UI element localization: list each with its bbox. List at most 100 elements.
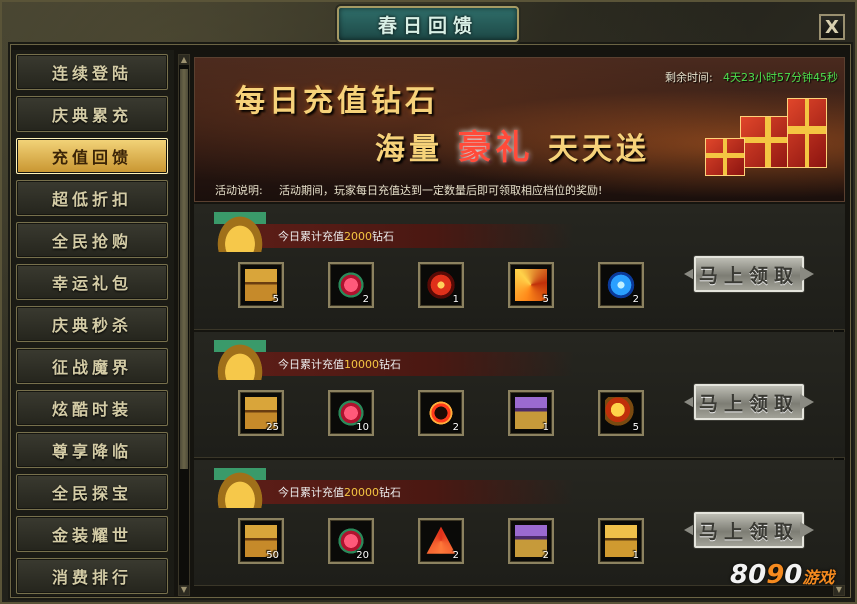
arrow-right-icon bbox=[800, 394, 814, 410]
tier-amount: 20000 bbox=[344, 485, 379, 499]
item-quantity: 5 bbox=[542, 294, 549, 305]
tier-suffix: 钻石 bbox=[379, 486, 401, 499]
reward-item-slot[interactable]: 1 bbox=[508, 390, 554, 436]
gold-pile-chest-icon bbox=[214, 340, 266, 380]
window-title-plate: 春日回馈 bbox=[337, 6, 519, 42]
tier-prefix: 今日累计充值 bbox=[278, 230, 344, 243]
scroll-up-icon[interactable]: ▲ bbox=[179, 55, 189, 65]
sidebar-item-label: 庆典累充 bbox=[51, 106, 132, 125]
sidebar-item-label: 尊享降临 bbox=[51, 442, 132, 461]
item-quantity: 1 bbox=[542, 422, 549, 433]
window-title: 春日回馈 bbox=[377, 14, 478, 37]
claim-button-label: 马上领取 bbox=[698, 520, 799, 543]
reward-item-slot[interactable]: 2 bbox=[598, 262, 644, 308]
item-quantity: 2 bbox=[452, 422, 459, 433]
sidebar-item[interactable]: 连续登陆 bbox=[16, 54, 168, 90]
sidebar-item-label: 连续登陆 bbox=[51, 64, 132, 83]
item-quantity: 2 bbox=[542, 550, 549, 561]
gold-pile-chest-icon bbox=[214, 468, 266, 508]
item-quantity: 1 bbox=[632, 550, 639, 561]
reward-item-slot[interactable]: 1 bbox=[598, 518, 644, 564]
reward-item-slot[interactable]: 2 bbox=[508, 518, 554, 564]
watermark-label: 游戏 bbox=[802, 568, 835, 587]
watermark-digit: 9 bbox=[766, 560, 785, 590]
sidebar-item[interactable]: 征战魔界 bbox=[16, 348, 168, 384]
reward-item-slot[interactable]: 20 bbox=[328, 518, 374, 564]
gift-box-icon bbox=[787, 98, 827, 168]
item-quantity: 1 bbox=[452, 294, 459, 305]
item-quantity: 25 bbox=[266, 422, 279, 433]
tier-prefix: 今日累计充值 bbox=[278, 358, 344, 371]
banner-headline-1: 每日充值钻石 bbox=[235, 84, 439, 119]
reward-item-slot[interactable]: 10 bbox=[328, 390, 374, 436]
tier-amount: 10000 bbox=[344, 357, 379, 371]
headline-2-highlight: 豪礼 bbox=[457, 128, 534, 168]
item-quantity: 5 bbox=[272, 294, 279, 305]
sidebar-item[interactable]: 尊享降临 bbox=[16, 432, 168, 468]
sidebar-item[interactable]: 全民抢购 bbox=[16, 222, 168, 258]
timer-label: 剩余时间: bbox=[665, 71, 713, 84]
tier-prefix: 今日累计充值 bbox=[278, 486, 344, 499]
reward-tier-header: 今日累计充值 2000 钻石 bbox=[224, 224, 574, 248]
reward-item-slot[interactable]: 50 bbox=[238, 518, 284, 564]
sidebar-item-label: 消费排行 bbox=[51, 568, 132, 587]
sidebar-item-label: 庆典秒杀 bbox=[51, 316, 132, 335]
sidebar-item-label: 炫酷时装 bbox=[51, 400, 132, 419]
tier-suffix: 钻石 bbox=[372, 230, 394, 243]
item-quantity: 50 bbox=[266, 550, 279, 561]
description-label: 活动说明: bbox=[215, 184, 263, 197]
reward-item-slot[interactable]: 5 bbox=[598, 390, 644, 436]
sidebar-item[interactable]: 幸运礼包 bbox=[16, 264, 168, 300]
sidebar-item[interactable]: 庆典累充 bbox=[16, 96, 168, 132]
sidebar-item[interactable]: 庆典秒杀 bbox=[16, 306, 168, 342]
tier-suffix: 钻石 bbox=[379, 358, 401, 371]
item-quantity: 5 bbox=[632, 422, 639, 433]
item-quantity: 2 bbox=[362, 294, 369, 305]
close-icon: X bbox=[825, 16, 839, 38]
sidebar-item-label: 征战魔界 bbox=[51, 358, 132, 377]
arrow-right-icon bbox=[800, 522, 814, 538]
sidebar-item[interactable]: 超低折扣 bbox=[16, 180, 168, 216]
sidebar-item-label: 超低折扣 bbox=[51, 190, 132, 209]
sidebar-item[interactable]: 充值回馈 bbox=[16, 138, 168, 174]
item-quantity: 10 bbox=[356, 422, 369, 433]
event-banner: 每日充值钻石 海量 豪礼 天天送 剩余时间: 4天23小时57分钟45秒 活动说… bbox=[194, 57, 845, 202]
item-quantity: 20 bbox=[356, 550, 369, 561]
reward-item-slot[interactable]: 5 bbox=[508, 262, 554, 308]
sidebar-item-label: 全民抢购 bbox=[51, 232, 132, 251]
claim-reward-button[interactable]: 马上领取 bbox=[684, 382, 814, 422]
reward-item-slot[interactable]: 2 bbox=[418, 518, 464, 564]
sidebar-item[interactable]: 炫酷时装 bbox=[16, 390, 168, 426]
gift-box-icon bbox=[705, 138, 745, 176]
reward-tier-header: 今日累计充值 10000 钻石 bbox=[224, 352, 574, 376]
sidebar-scrollbar[interactable]: ▲ ▼ bbox=[178, 54, 190, 596]
sidebar-item[interactable]: 全民探宝 bbox=[16, 474, 168, 510]
claim-reward-button[interactable]: 马上领取 bbox=[684, 254, 814, 294]
item-quantity: 2 bbox=[452, 550, 459, 561]
sidebar-item-label: 幸运礼包 bbox=[51, 274, 132, 293]
reward-item-slot[interactable]: 2 bbox=[328, 262, 374, 308]
sidebar-item-label: 金装耀世 bbox=[51, 526, 132, 545]
reward-tier-row: 今日累计充值 10000 钻石 25 10 2 1 5 马上领取 bbox=[194, 332, 845, 458]
sidebar: 连续登陆庆典累充充值回馈超低折扣全民抢购幸运礼包庆典秒杀征战魔界炫酷时装尊享降临… bbox=[12, 50, 174, 596]
reward-item-slot[interactable]: 5 bbox=[238, 262, 284, 308]
sidebar-item[interactable]: 金装耀世 bbox=[16, 516, 168, 552]
scroll-thumb[interactable] bbox=[180, 69, 188, 469]
sidebar-item-label: 充值回馈 bbox=[51, 148, 132, 167]
scroll-down-icon[interactable]: ▼ bbox=[179, 585, 189, 595]
tier-amount: 2000 bbox=[344, 229, 372, 243]
description-text: 活动期间，玩家每日充值达到一定数量后即可领取相应档位的奖励! bbox=[279, 184, 603, 197]
gold-pile-chest-icon bbox=[214, 212, 266, 252]
item-quantity: 2 bbox=[632, 294, 639, 305]
headline-2-prefix: 海量 bbox=[375, 132, 443, 167]
reward-item-slot[interactable]: 1 bbox=[418, 262, 464, 308]
close-button[interactable]: X bbox=[819, 14, 845, 40]
sidebar-item-label: 全民探宝 bbox=[51, 484, 132, 503]
scroll-down-icon[interactable]: ▼ bbox=[834, 585, 844, 595]
claim-reward-button[interactable]: 马上领取 bbox=[684, 510, 814, 550]
sidebar-item[interactable]: 消费排行 bbox=[16, 558, 168, 594]
reward-item-slot[interactable]: 2 bbox=[418, 390, 464, 436]
reward-item-slot[interactable]: 25 bbox=[238, 390, 284, 436]
watermark-digit: 8 bbox=[730, 560, 749, 590]
reward-tier-row: 今日累计充值 2000 钻石 5 2 1 5 2 马上领取 bbox=[194, 204, 845, 330]
